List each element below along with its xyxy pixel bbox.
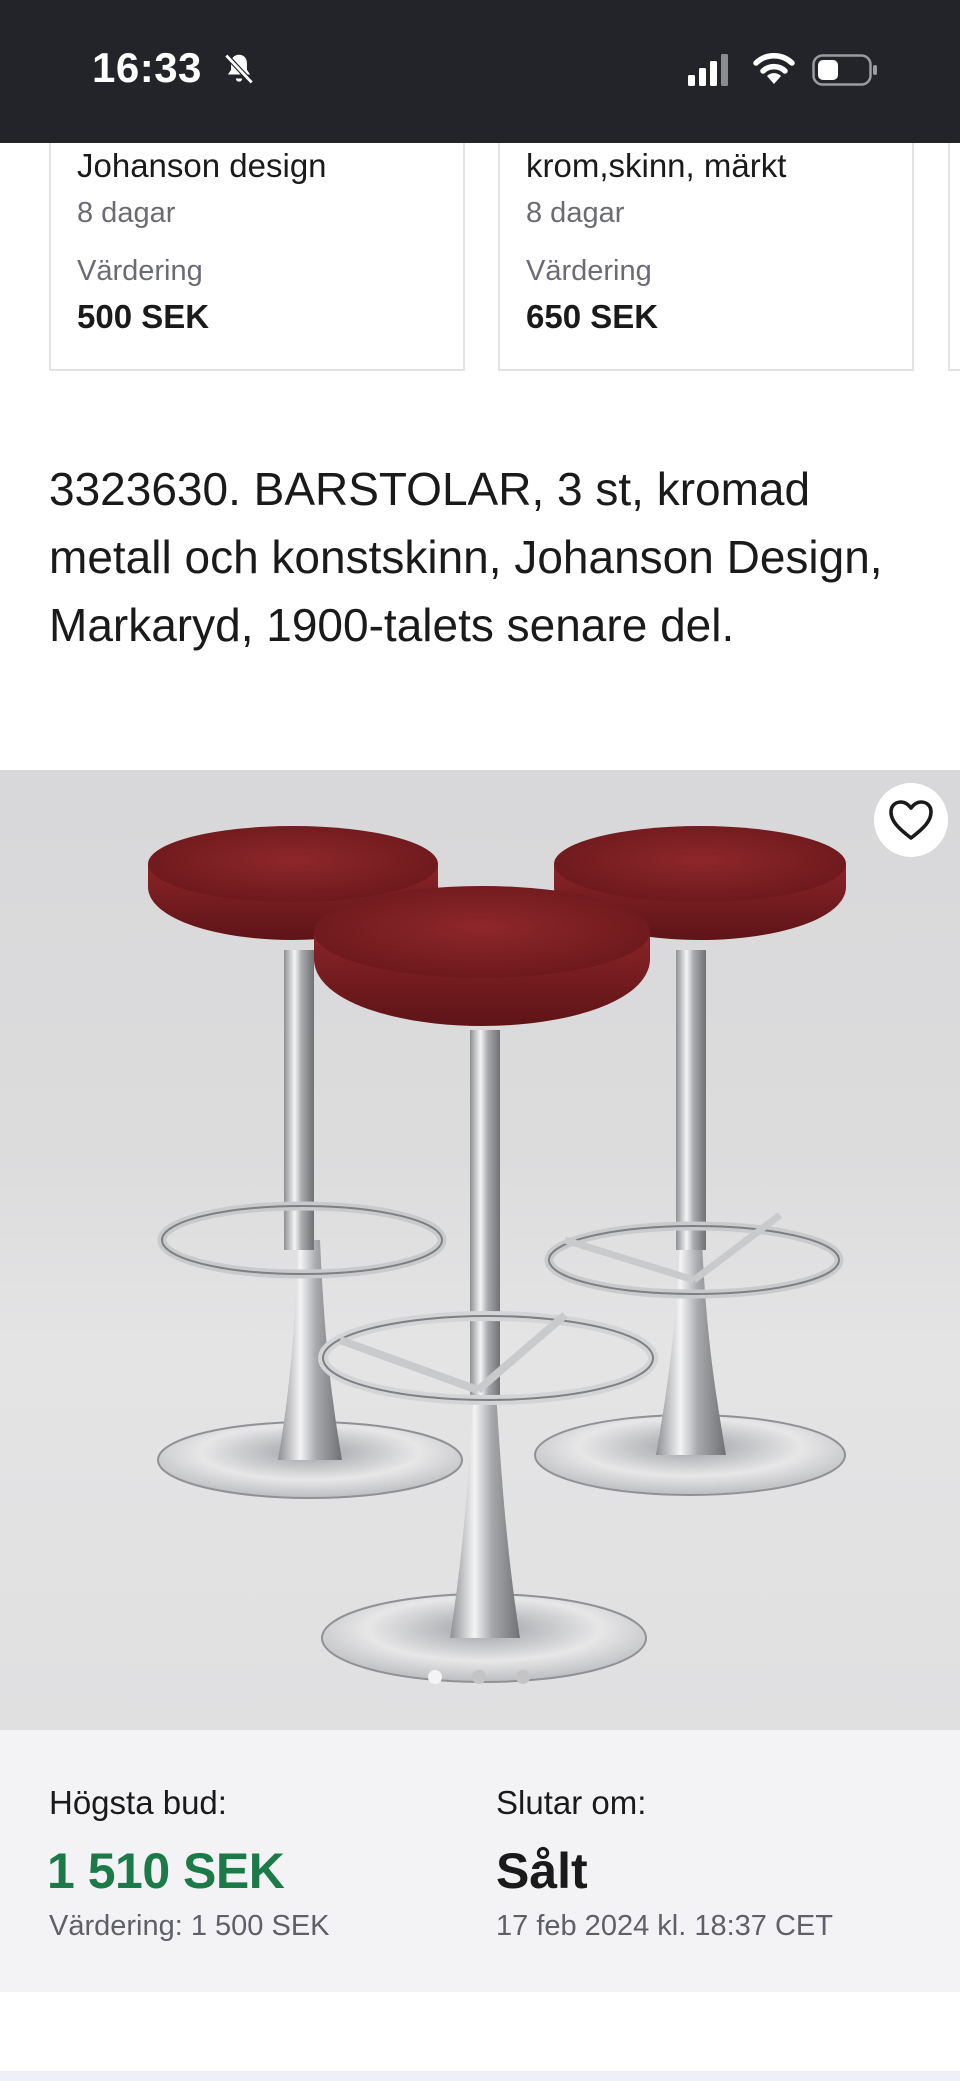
highest-bid-amount: 1 510 SEK xyxy=(47,1843,285,1899)
lot-image-gallery[interactable] xyxy=(0,770,960,1730)
related-lot-card[interactable]: Johanson design 8 dagar Värdering 500 SE… xyxy=(49,143,465,371)
bottom-section-edge xyxy=(0,2071,960,2081)
card-valuation: 650 SEK xyxy=(526,298,659,335)
card-valuation-label: Värdering xyxy=(77,255,203,287)
related-lots-carousel: Johanson design 8 dagar Värdering 500 SE… xyxy=(0,143,960,383)
valuation-text: Värdering: 1 500 SEK xyxy=(49,1910,330,1942)
heart-outline-icon xyxy=(889,800,933,840)
card-days-left: 8 dagar xyxy=(77,197,176,229)
related-lot-card-partial[interactable] xyxy=(948,143,960,371)
card-valuation: 500 SEK xyxy=(77,298,210,335)
highest-bid-label: Högsta bud: xyxy=(49,1784,227,1821)
card-title: Johanson design xyxy=(77,147,327,184)
cellular-signal-icon xyxy=(688,54,728,86)
pagination-dot[interactable] xyxy=(516,1670,530,1684)
card-title: krom,skinn, märkt xyxy=(526,147,787,184)
status-bar: 16:33 xyxy=(0,0,960,143)
gallery-pagination[interactable] xyxy=(428,1670,538,1686)
auction-status: Sålt xyxy=(496,1843,588,1899)
bell-slash-icon xyxy=(224,53,254,85)
lot-photo-bar-stools xyxy=(148,826,846,1683)
pagination-dot-active[interactable] xyxy=(428,1670,442,1684)
status-time: 16:33 xyxy=(92,44,202,91)
battery-icon xyxy=(812,54,877,86)
related-lot-card[interactable]: krom,skinn, märkt 8 dagar Värdering 650 … xyxy=(498,143,914,371)
wifi-icon xyxy=(753,53,795,84)
pagination-dot[interactable] xyxy=(472,1670,486,1684)
auction-end-date: 17 feb 2024 kl. 18:37 CET xyxy=(496,1910,833,1942)
card-days-left: 8 dagar xyxy=(526,197,625,229)
lot-title: 3323630. BARSTOLAR, 3 st, kromad metall … xyxy=(49,463,883,651)
card-valuation-label: Värdering xyxy=(526,255,652,287)
ends-in-label: Slutar om: xyxy=(496,1784,647,1821)
favorite-button[interactable] xyxy=(874,783,948,857)
